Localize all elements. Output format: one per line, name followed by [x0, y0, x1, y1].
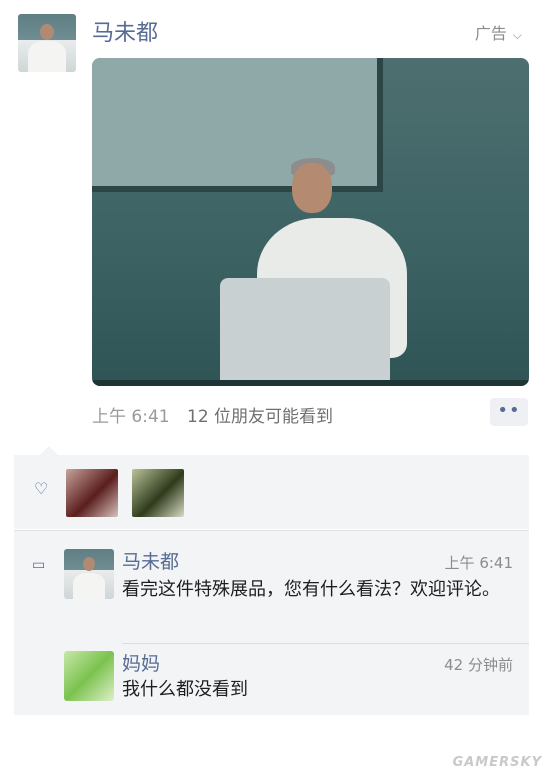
comment-author[interactable]: 妈妈 — [122, 649, 160, 676]
comment-time: 42 分钟前 — [444, 656, 513, 674]
avatar-head — [40, 24, 54, 40]
author-avatar[interactable] — [18, 14, 76, 72]
comment-text: 我什么都没看到 — [122, 679, 248, 700]
post-visibility: 12 位朋友可能看到 — [187, 407, 334, 427]
watermark-logo: GAMERSKY — [452, 755, 542, 770]
more-actions-button[interactable]: •• — [490, 398, 528, 426]
post-author-name[interactable]: 马未都 — [92, 15, 158, 47]
draped-cloth — [220, 278, 390, 386]
person-head — [292, 163, 332, 213]
chevron-down-icon: ⌵ — [512, 28, 522, 42]
liker-avatar[interactable] — [132, 469, 184, 517]
stage-edge — [92, 380, 529, 386]
ad-label[interactable]: 广告 ⌵ — [475, 20, 522, 44]
avatar-body — [28, 41, 66, 72]
likes-panel: ♡ — [14, 455, 529, 529]
comments-panel: ▭ 马未都 上午 6:41 看完这件特殊展品，您有什么看法？欢迎评论。 妈妈 4… — [14, 530, 529, 715]
post-time: 上午 6:41 — [92, 407, 170, 427]
ad-label-text: 广告 — [474, 24, 507, 43]
post-image[interactable] — [92, 58, 529, 386]
comment-divider — [122, 643, 529, 644]
background-screen — [92, 58, 383, 192]
panel-caret — [40, 446, 58, 455]
comment-author[interactable]: 马未都 — [122, 547, 179, 574]
comment-bubble-icon: ▭ — [32, 557, 46, 573]
comment-text: 看完这件特殊展品，您有什么看法？欢迎评论。 — [122, 579, 500, 600]
heart-icon: ♡ — [34, 479, 49, 498]
comment-avatar[interactable] — [64, 549, 114, 599]
comment-time: 上午 6:41 — [444, 554, 513, 572]
comment-avatar[interactable] — [64, 651, 114, 701]
liker-avatar[interactable] — [66, 469, 118, 517]
